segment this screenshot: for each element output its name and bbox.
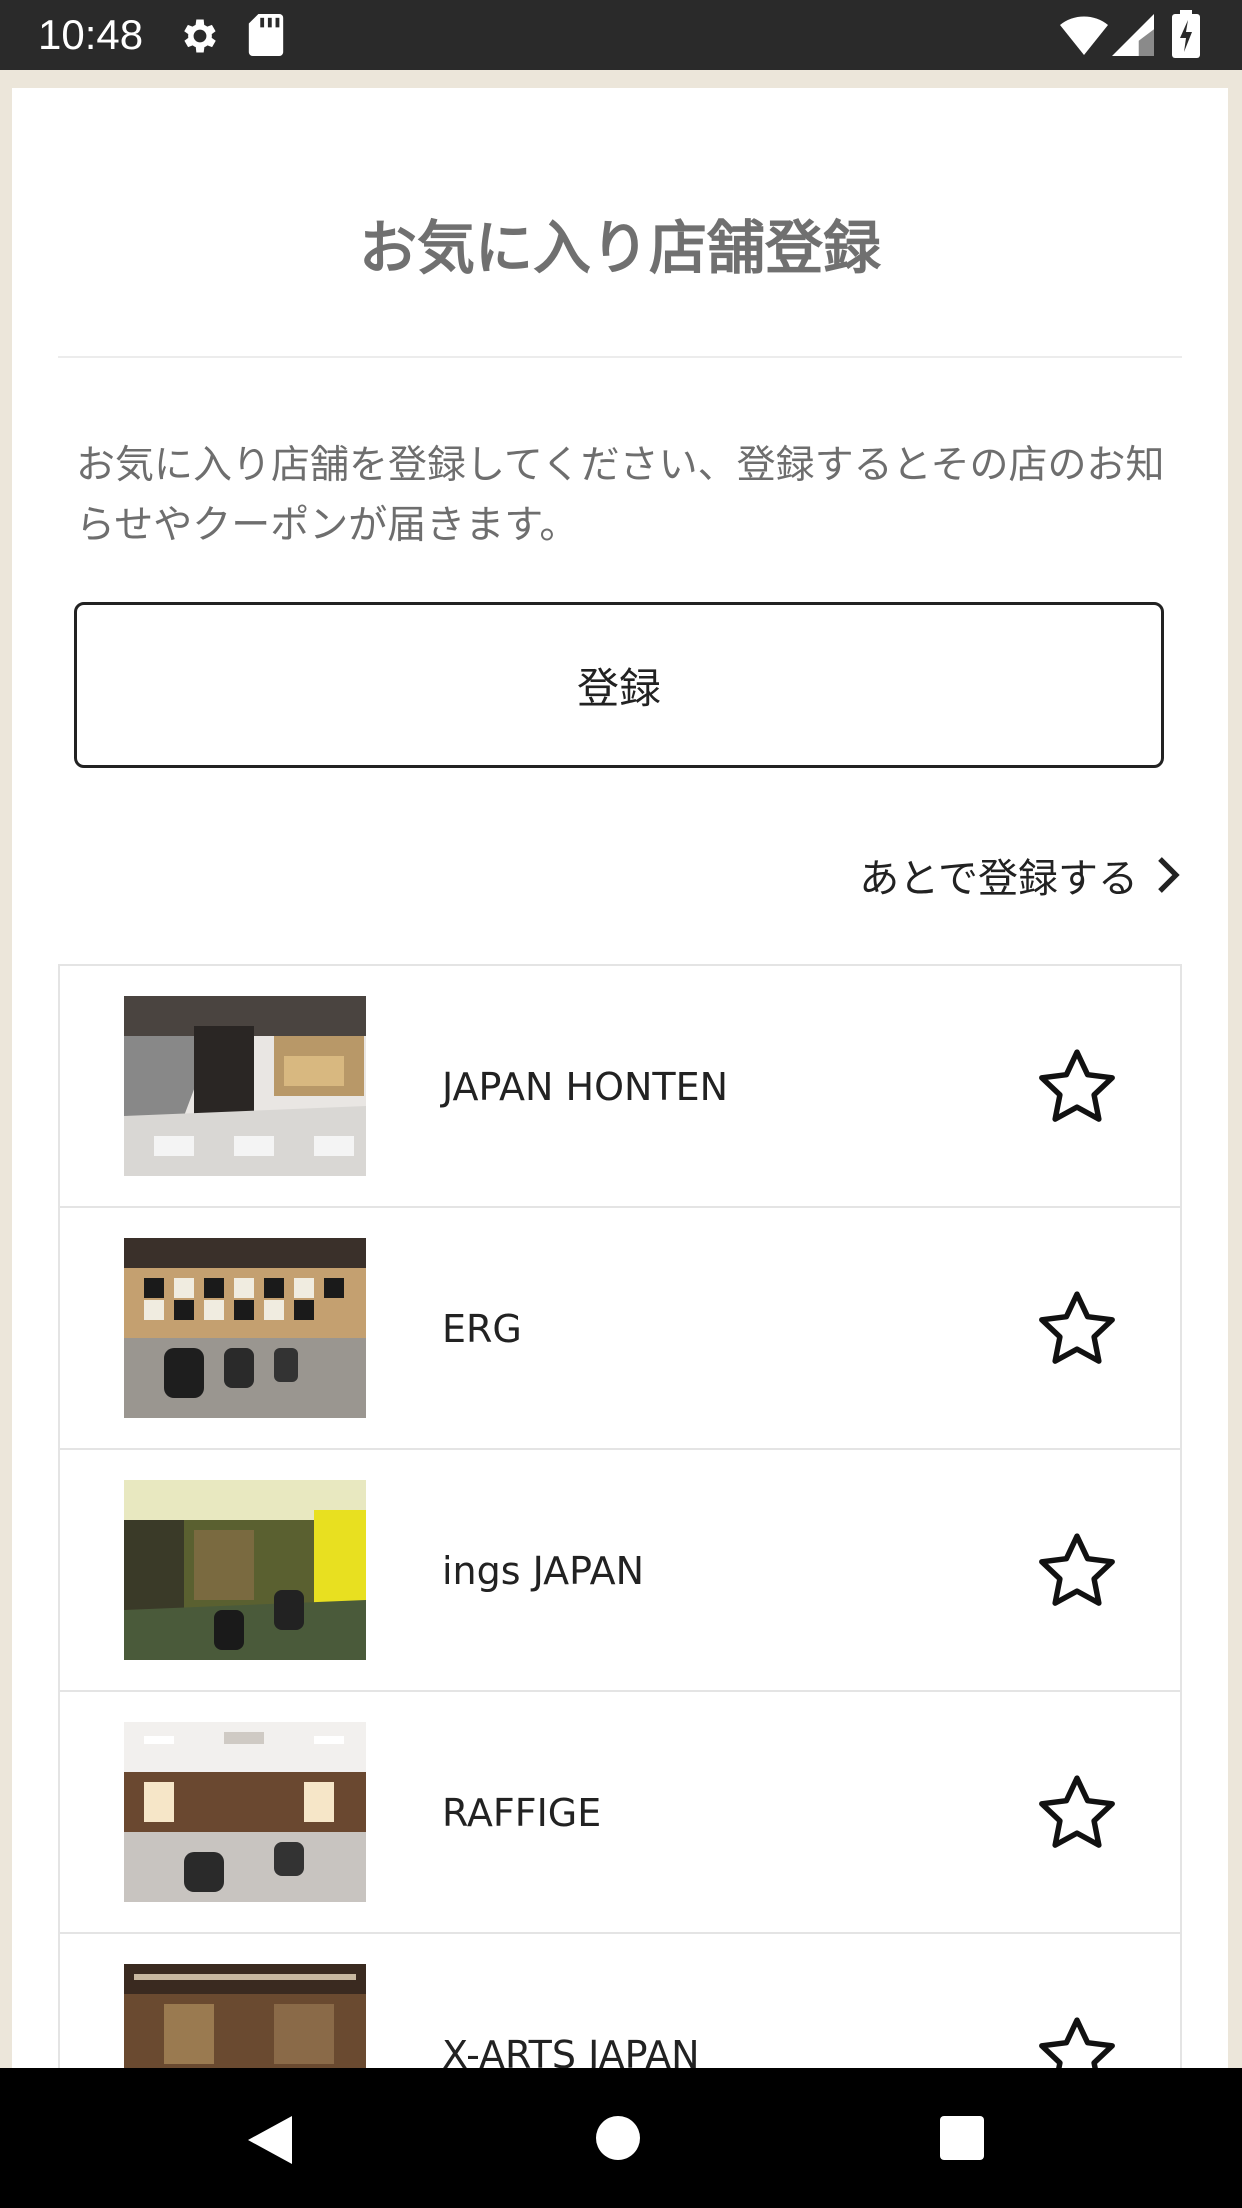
store-name: JAPAN HONTEN <box>442 1065 729 1109</box>
star-outline-icon <box>1039 1291 1115 1364</box>
chevron-right-icon <box>1158 857 1180 893</box>
wifi-icon <box>1060 16 1108 55</box>
star-outline-icon <box>1039 1049 1115 1122</box>
store-row[interactable]: ERG <box>60 1208 1180 1450</box>
sd-card-icon <box>248 14 284 56</box>
favorite-store-card: お気に入り店舗登録 お気に入り店舗を登録してください、登録するとその店のお知らせ… <box>12 88 1228 2068</box>
store-photo <box>124 996 366 1176</box>
recents-icon[interactable] <box>938 2114 986 2162</box>
status-bar: 10:48 <box>0 0 1242 70</box>
favorite-star-button[interactable] <box>1036 2014 1118 2068</box>
star-outline-icon <box>1039 1533 1115 1606</box>
battery-icon <box>1172 10 1200 58</box>
favorite-star-button[interactable] <box>1036 1530 1118 1612</box>
store-row[interactable]: RAFFIGE <box>60 1692 1180 1934</box>
store-name: ERG <box>442 1307 522 1351</box>
store-photo <box>124 1964 366 2068</box>
navigation-bar <box>0 2068 1242 2208</box>
home-icon[interactable] <box>594 2114 642 2162</box>
favorite-star-button[interactable] <box>1036 1046 1118 1128</box>
store-photo <box>124 1480 366 1660</box>
back-icon[interactable] <box>244 2112 296 2168</box>
status-time: 10:48 <box>38 11 144 58</box>
register-button[interactable]: 登録 <box>74 602 1164 768</box>
favorite-star-button[interactable] <box>1036 1288 1118 1370</box>
title-divider <box>58 356 1182 358</box>
page-title: お気に入り店舗登録 <box>358 214 881 282</box>
register-later-link[interactable]: あとで登録する <box>802 840 1182 910</box>
gear-icon <box>184 19 216 53</box>
star-outline-icon <box>1039 1775 1115 1848</box>
store-name: ings JAPAN <box>442 1549 645 1593</box>
store-name: RAFFIGE <box>442 1791 602 1835</box>
store-row[interactable]: X-ARTS JAPAN <box>60 1934 1180 2068</box>
register-later-label: あとで登録する <box>859 856 1138 902</box>
store-row[interactable]: JAPAN HONTEN <box>60 966 1180 1208</box>
store-photo <box>124 1238 366 1418</box>
store-list: JAPAN HONTEN ERG ings JAPAN RAFFIGE X-AR… <box>58 964 1182 2068</box>
store-row[interactable]: ings JAPAN <box>60 1450 1180 1692</box>
signal-icon <box>1112 14 1154 56</box>
description-text: お気に入り店舗を登録してください、登録するとその店のお知らせやクーポンが届きます… <box>76 443 1165 548</box>
favorite-star-button[interactable] <box>1036 1772 1118 1854</box>
star-outline-icon <box>1039 2017 1115 2068</box>
store-name: X-ARTS JAPAN <box>442 2033 700 2068</box>
store-photo <box>124 1722 366 1902</box>
